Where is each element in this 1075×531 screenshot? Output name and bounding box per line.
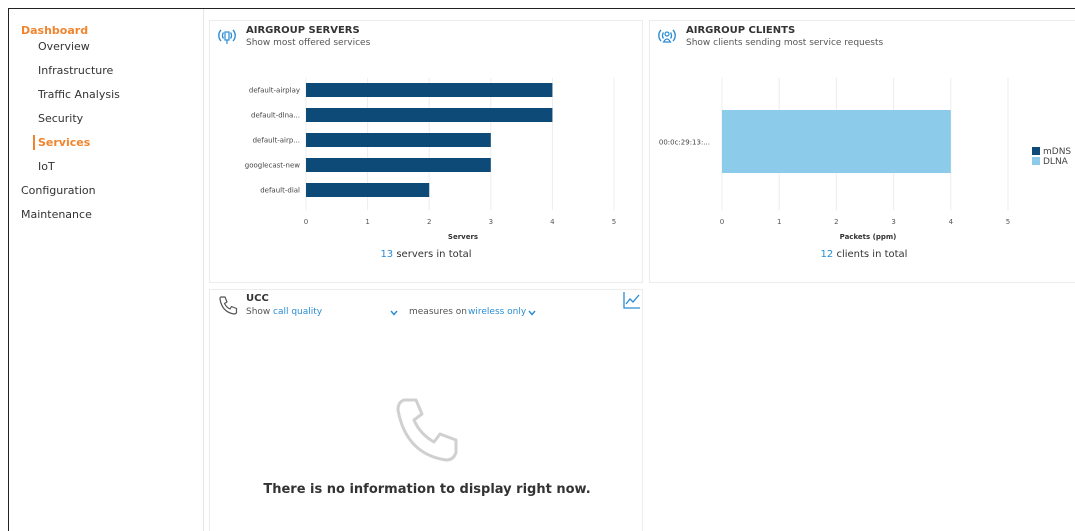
y-category-label: default-dlna... (251, 112, 300, 120)
clients-total-count[interactable]: 12 (821, 249, 834, 260)
phone-icon (219, 296, 238, 315)
bar (306, 108, 553, 122)
ucc-measures-label: measures on (409, 307, 468, 317)
airgroup-servers-panel: AIRGROUP SERVERS Show most offered servi… (209, 20, 643, 283)
clients-total: 12 clients in total (650, 249, 1075, 260)
y-category-label: default-airp... (253, 137, 300, 145)
active-indicator (33, 135, 35, 150)
x-tick-label: 4 (550, 218, 555, 226)
x-tick-label: 0 (720, 218, 724, 226)
call-quality-dropdown[interactable]: call quality (273, 307, 322, 317)
bar (306, 158, 491, 172)
x-tick-label: 5 (612, 218, 616, 226)
bar (306, 133, 491, 147)
app-frame: Dashboard Overview Infrastructure Traffi… (8, 8, 1075, 531)
sidebar-item-services[interactable]: Services (38, 136, 90, 149)
ucc-panel: UCC Show call quality measures on wirele… (209, 289, 643, 531)
phone-placeholder-icon (396, 398, 458, 462)
legend-swatch (1032, 157, 1040, 165)
x-tick-label: 3 (891, 218, 895, 226)
sidebar: Dashboard Overview Infrastructure Traffi… (9, 9, 204, 531)
y-category-label: googlecast-new (245, 162, 301, 170)
wireless-only-dropdown[interactable]: wireless only (468, 307, 526, 317)
x-axis-label: Packets (ppm) (840, 233, 897, 241)
x-axis-label: Servers (448, 233, 478, 241)
legend-swatch (1032, 147, 1040, 155)
bar (306, 183, 430, 197)
x-tick-label: 2 (427, 218, 431, 226)
legend-label: DLNA (1043, 157, 1069, 167)
servers-bar-chart: 0 1 2 3 4 5 default-airplay default-dlna... defa… (245, 78, 616, 241)
sidebar-item-maintenance[interactable]: Maintenance (21, 208, 92, 221)
sidebar-item-dashboard[interactable]: Dashboard (21, 24, 88, 37)
line-chart-icon[interactable] (622, 290, 642, 310)
clients-panel-subtitle: Show clients sending most service reques… (686, 38, 884, 48)
y-category-label: 00:0c:29:13:... (659, 139, 710, 147)
sidebar-item-configuration[interactable]: Configuration (21, 184, 96, 197)
x-tick-label: 5 (1006, 218, 1010, 226)
clients-panel-title: AIRGROUP CLIENTS (686, 25, 796, 36)
airgroup-clients-panel: AIRGROUP CLIENTS Show clients sending mo… (649, 20, 1075, 283)
bar-dlna (722, 110, 951, 173)
x-tick-label: 1 (365, 218, 369, 226)
chevron-down-icon[interactable] (528, 310, 536, 316)
sidebar-item-overview[interactable]: Overview (38, 40, 90, 53)
clients-total-suffix: clients in total (833, 249, 908, 260)
legend-label: mDNS (1043, 147, 1071, 157)
x-tick-label: 2 (834, 218, 838, 226)
servers-total-suffix: servers in total (393, 249, 472, 260)
clients-bar-chart: 0 1 2 3 4 5 00:0c:29:13:... mDNSDLNA Packets (pp… (659, 78, 1071, 241)
y-category-label: default-airplay (249, 87, 300, 95)
sidebar-item-infrastructure[interactable]: Infrastructure (38, 64, 113, 77)
ucc-panel-title: UCC (246, 293, 269, 304)
x-tick-label: 0 (304, 218, 308, 226)
airgroup-server-icon (218, 29, 236, 44)
sidebar-item-traffic-analysis[interactable]: Traffic Analysis (38, 88, 120, 101)
servers-panel-subtitle: Show most offered services (246, 38, 371, 48)
servers-panel-title: AIRGROUP SERVERS (246, 25, 360, 36)
sidebar-item-iot[interactable]: IoT (38, 160, 55, 173)
airgroup-client-icon (658, 29, 676, 43)
empty-state-message: There is no information to display right… (263, 482, 591, 497)
x-tick-label: 4 (949, 218, 954, 226)
sidebar-item-security[interactable]: Security (38, 112, 83, 125)
x-tick-label: 1 (777, 218, 781, 226)
bar (306, 83, 553, 97)
servers-total: 13 servers in total (210, 249, 642, 260)
x-tick-label: 3 (489, 218, 493, 226)
ucc-show-label: Show (246, 307, 271, 317)
chevron-down-icon[interactable] (390, 310, 398, 316)
servers-total-count[interactable]: 13 (380, 249, 393, 260)
y-category-label: default-dial (260, 187, 300, 195)
